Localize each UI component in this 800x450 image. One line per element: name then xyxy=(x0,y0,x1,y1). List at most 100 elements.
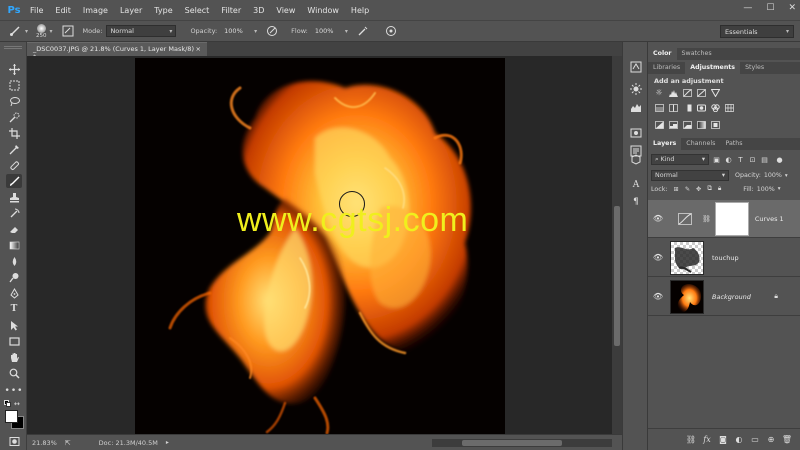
info-panel-icon[interactable] xyxy=(629,126,643,140)
tab-adjustments[interactable]: Adjustments xyxy=(685,62,741,74)
tab-layers[interactable]: Layers xyxy=(648,138,682,150)
layer-name[interactable]: Background xyxy=(712,293,751,301)
canvas-area[interactable]: www.cgtsj.com xyxy=(27,56,612,434)
menu-file[interactable]: File xyxy=(24,6,49,15)
quick-selection-tool-icon[interactable] xyxy=(6,110,22,124)
menu-view[interactable]: View xyxy=(270,6,301,15)
eyedropper-tool-icon[interactable] xyxy=(6,142,22,156)
tab-color[interactable]: Color xyxy=(648,48,677,60)
curves-icon[interactable] xyxy=(682,88,692,97)
posterize-icon[interactable] xyxy=(668,120,678,129)
menu-edit[interactable]: Edit xyxy=(49,6,77,15)
brush-panel-icon[interactable] xyxy=(61,24,75,38)
hue-saturation-icon[interactable] xyxy=(654,103,664,112)
move-tool-icon[interactable] xyxy=(6,62,22,76)
pressure-opacity-icon[interactable] xyxy=(265,24,279,38)
black-white-icon[interactable] xyxy=(682,103,692,112)
new-layer-icon[interactable]: ⊕ xyxy=(766,435,776,445)
marquee-tool-icon[interactable] xyxy=(6,78,22,92)
zoom-level[interactable]: 21.83% xyxy=(32,439,57,447)
doc-info[interactable]: Doc: 21.3M/40.5M xyxy=(99,439,158,447)
filter-pixel-icon[interactable]: ▣ xyxy=(712,155,721,164)
filter-toggle-icon[interactable]: ● xyxy=(775,155,784,164)
selective-color-icon[interactable] xyxy=(710,120,720,129)
horizontal-scroll-thumb[interactable] xyxy=(462,440,562,446)
character-panel-icon[interactable]: A xyxy=(629,178,643,192)
crop-tool-icon[interactable] xyxy=(6,126,22,140)
lock-pixels-icon[interactable]: ✎ xyxy=(685,186,690,193)
layer-name[interactable]: Curves 1 xyxy=(755,215,784,223)
flow-field[interactable]: 100% xyxy=(312,25,342,37)
properties-panel-icon[interactable] xyxy=(629,82,643,96)
layer-mask-thumbnail[interactable] xyxy=(714,201,749,236)
gradient-tool-icon[interactable] xyxy=(6,238,22,252)
color-lookup-icon[interactable] xyxy=(724,103,734,112)
layer-row-curves-1[interactable]: 👁︎ ⛓︎ Curves 1 xyxy=(648,200,800,238)
photo-filter-icon[interactable] xyxy=(696,103,706,112)
brush-preset-picker[interactable]: 250 xyxy=(36,23,47,39)
filter-adjustment-icon[interactable]: ◐ xyxy=(724,155,733,164)
color-balance-icon[interactable] xyxy=(668,103,678,112)
eye-icon[interactable]: 👁︎ xyxy=(648,292,668,301)
layer-thumbnail[interactable] xyxy=(670,240,704,275)
fill-caret-icon[interactable]: ▾ xyxy=(778,186,781,192)
gradient-map-icon[interactable] xyxy=(696,120,706,129)
maximize-button[interactable]: ☐ xyxy=(766,3,774,13)
new-group-icon[interactable]: ▭ xyxy=(750,435,760,445)
share-icon[interactable]: ⇱ xyxy=(65,439,71,447)
new-adjustment-layer-icon[interactable]: ◐ xyxy=(734,435,744,445)
type-tool-icon[interactable]: T xyxy=(6,302,22,316)
lock-position-icon[interactable]: ✥ xyxy=(696,186,701,193)
tab-styles[interactable]: Styles xyxy=(740,62,769,74)
tab-libraries[interactable]: Libraries xyxy=(648,62,685,74)
path-selection-tool-icon[interactable] xyxy=(6,318,22,332)
lasso-tool-icon[interactable] xyxy=(6,94,22,108)
eraser-tool-icon[interactable] xyxy=(6,222,22,236)
fire-image[interactable] xyxy=(135,58,505,434)
flow-caret-icon[interactable]: ▾ xyxy=(345,28,348,35)
close-button[interactable]: ✕ xyxy=(788,3,796,13)
vibrance-icon[interactable] xyxy=(710,88,720,97)
invert-icon[interactable] xyxy=(654,120,664,129)
default-colors-icon[interactable] xyxy=(4,400,11,407)
fill-value[interactable]: 100% xyxy=(757,186,775,193)
vertical-scroll-thumb[interactable] xyxy=(614,206,620,346)
swap-colors-icon[interactable]: ↔ xyxy=(14,400,20,408)
tools-grip[interactable] xyxy=(4,46,22,49)
channel-mixer-icon[interactable] xyxy=(710,103,720,112)
histogram-panel-icon[interactable] xyxy=(629,100,643,114)
opacity-field[interactable]: 100% xyxy=(221,25,251,37)
zoom-tool-icon[interactable] xyxy=(6,366,22,380)
menu-layer[interactable]: Layer xyxy=(114,6,148,15)
paragraph-panel-icon[interactable]: ¶ xyxy=(629,195,643,209)
document-tab-close-icon[interactable]: × xyxy=(196,45,201,54)
dodge-tool-icon[interactable] xyxy=(6,270,22,284)
lock-artboard-icon[interactable]: ⧉ xyxy=(707,185,712,193)
eye-icon[interactable]: 👁︎ xyxy=(648,214,668,223)
history-brush-tool-icon[interactable] xyxy=(6,206,22,220)
layer-opacity-value[interactable]: 100% xyxy=(764,172,782,179)
history-panel-icon[interactable] xyxy=(629,60,643,74)
layer-row-background[interactable]: 👁︎ Background 🔒︎ xyxy=(648,278,800,316)
brightness-contrast-icon[interactable]: ☼ xyxy=(654,88,664,97)
layer-style-icon[interactable]: fx xyxy=(702,435,712,445)
layer-thumbnail[interactable] xyxy=(670,279,704,314)
brush-picker-caret-icon[interactable]: ▾ xyxy=(50,28,53,35)
rectangle-tool-icon[interactable] xyxy=(6,334,22,348)
pressure-size-icon[interactable] xyxy=(384,24,398,38)
brush-tool-icon[interactable] xyxy=(8,24,22,38)
layer-filter-select[interactable]: ⌕ Kind ▾ xyxy=(651,154,709,165)
blend-mode-select[interactable]: Normal ▾ xyxy=(651,170,729,181)
add-mask-icon[interactable]: ◙ xyxy=(718,435,728,445)
lock-transparent-icon[interactable]: ⊞ xyxy=(673,186,678,193)
menu-3d[interactable]: 3D xyxy=(247,6,270,15)
lock-all-icon[interactable]: 🔒︎ xyxy=(718,185,721,193)
menu-window[interactable]: Window xyxy=(301,6,345,15)
trash-icon[interactable]: 🗑︎ xyxy=(782,435,792,445)
layer-name[interactable]: touchup xyxy=(712,254,739,262)
menu-type[interactable]: Type xyxy=(148,6,178,15)
brush-settings-icon[interactable] xyxy=(629,152,643,166)
filter-smart-object-icon[interactable]: ▤ xyxy=(760,155,769,164)
more-tools-icon[interactable]: ••• xyxy=(5,384,23,398)
horizontal-scrollbar[interactable] xyxy=(432,439,612,447)
